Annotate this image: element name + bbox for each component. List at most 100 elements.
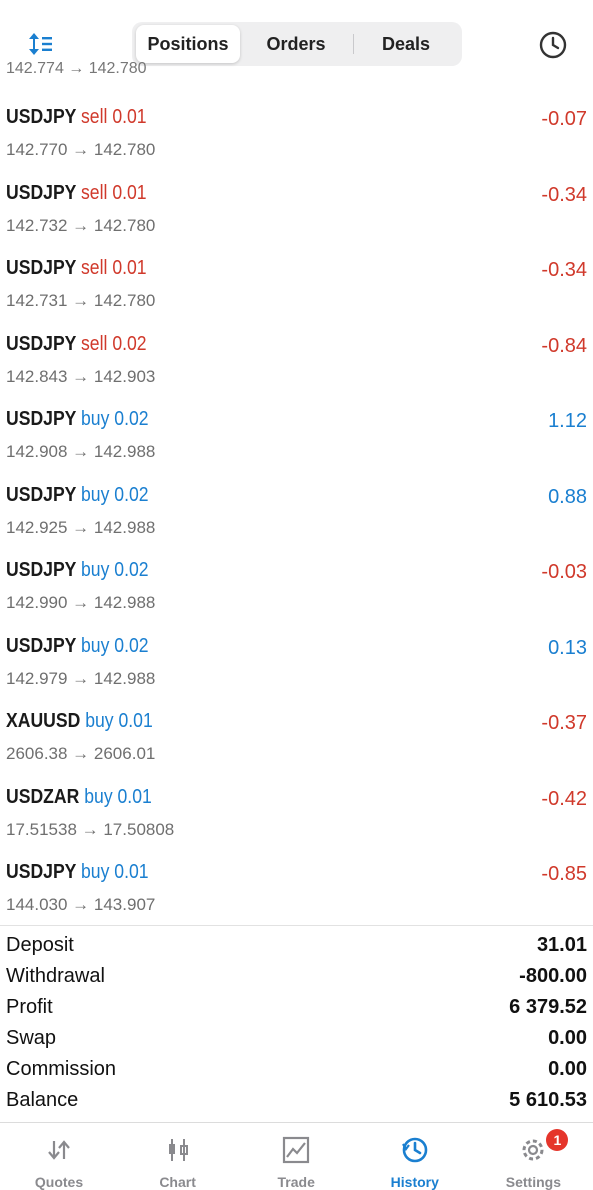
deal-symbol: USDJPY	[6, 559, 77, 581]
deal-symbol: USDJPY	[6, 408, 77, 430]
deal-title: USDJPY buy 0.02	[6, 408, 149, 431]
summary-label: Profit	[6, 996, 53, 1018]
tab-label: Settings	[505, 1174, 561, 1190]
deal-symbol: USDJPY	[6, 483, 77, 506]
deal-symbol: USDJPY	[6, 332, 77, 355]
tab-label: Trade	[277, 1174, 315, 1190]
quotes-arrows-icon	[44, 1135, 74, 1165]
gear-icon	[518, 1135, 548, 1165]
summary-label: Balance	[6, 1089, 79, 1111]
tab-positions[interactable]: Positions	[136, 25, 240, 63]
deal-volume: 0.02	[114, 559, 149, 581]
deal-row[interactable]: USDJPY sell 0.02 142.843 → 142.903 -0.84	[0, 323, 593, 399]
deal-row[interactable]: USDJPY sell 0.01 142.770 → 142.780 -0.07	[0, 96, 593, 172]
tab-label: History	[390, 1174, 439, 1190]
deal-row[interactable]: XAUUSD buy 0.01 2606.38 → 2606.01 -0.37	[0, 700, 593, 776]
tab-chart[interactable]: Chart	[119, 1123, 237, 1190]
deal-profit: -0.85	[541, 863, 587, 885]
summary-row-commission: Commission 0.00	[0, 1050, 593, 1081]
deal-title: USDJPY buy 0.01	[6, 861, 149, 884]
deal-title: XAUUSD buy 0.01	[6, 710, 153, 733]
deal-row[interactable]: USDJPY buy 0.01 144.030 → 143.907 -0.85	[0, 851, 593, 927]
summary-value: 5 610.53	[509, 1089, 587, 1111]
deal-volume: 0.02	[114, 408, 149, 430]
deal-list: USDJPY sell 0.01 142.770 → 142.780 -0.07 US…	[0, 96, 593, 927]
deal-side: sell	[81, 181, 108, 204]
clock-icon[interactable]	[536, 28, 570, 62]
deal-row[interactable]: USDJPY buy 0.02 142.990 → 142.988 -0.03	[0, 549, 593, 625]
deal-row[interactable]: USDJPY buy 0.02 142.925 → 142.988 0.88	[0, 474, 593, 550]
summary-row-withdrawal: Withdrawal -800.00	[0, 957, 593, 988]
trade-chart-icon	[281, 1135, 311, 1165]
deal-title: USDJPY buy 0.02	[6, 484, 149, 507]
deal-volume: 0.01	[112, 257, 147, 279]
deal-title: USDJPY buy 0.02	[6, 559, 149, 582]
deal-title: USDJPY sell 0.01	[6, 106, 147, 129]
deal-volume: 0.02	[114, 483, 149, 506]
deal-symbol: XAUUSD	[6, 710, 81, 732]
deal-row[interactable]: USDJPY buy 0.02 142.979 → 142.988 0.13	[0, 625, 593, 701]
deal-side: buy	[81, 483, 110, 506]
summary-value: 0.00	[548, 1027, 587, 1049]
deal-profit: -0.03	[541, 561, 587, 583]
deal-symbol: USDJPY	[6, 181, 77, 204]
sort-icon[interactable]	[26, 30, 60, 58]
partial-row-prices: 142.774 → 142.780	[6, 60, 147, 77]
deal-prices: 142.990 → 142.988	[6, 593, 156, 612]
deal-row[interactable]: USDJPY sell 0.01 142.732 → 142.780 -0.34	[0, 172, 593, 248]
deal-prices: 142.770 → 142.780	[6, 140, 156, 159]
top-bar: Positions Orders Deals 142.774 → 142.780	[0, 0, 593, 92]
deal-prices: 142.843 → 142.903	[6, 366, 156, 386]
deal-symbol: USDJPY	[6, 634, 77, 657]
deal-row[interactable]: USDJPY buy 0.02 142.908 → 142.988 1.12	[0, 398, 593, 474]
summary-row-balance: Balance 5 610.53	[0, 1081, 593, 1112]
deal-profit: -0.07	[541, 108, 587, 130]
summary-row-profit: Profit 6 379.52	[0, 988, 593, 1019]
deal-profit: -0.34	[541, 259, 587, 281]
tab-label: Quotes	[34, 1174, 84, 1190]
deal-symbol: USDJPY	[6, 257, 77, 279]
summary-row-deposit: Deposit 31.01	[0, 926, 593, 957]
deal-side: buy	[81, 408, 110, 430]
deal-volume: 0.01	[117, 785, 152, 808]
deal-prices: 17.51538 → 17.50808	[6, 819, 175, 839]
deal-prices: 142.908 → 142.988	[6, 442, 156, 461]
deal-side: buy	[85, 710, 114, 732]
summary-label: Withdrawal	[6, 965, 105, 987]
deal-prices: 142.732 → 142.780	[6, 215, 156, 235]
tab-quotes[interactable]: Quotes	[0, 1123, 118, 1190]
tab-orders[interactable]: Orders	[244, 25, 348, 63]
deal-title: USDJPY sell 0.01	[6, 182, 147, 205]
deal-side: buy	[81, 634, 110, 657]
tab-history[interactable]: History	[356, 1123, 474, 1190]
history-clock-icon	[400, 1135, 430, 1165]
deal-title: USDZAR buy 0.01	[6, 786, 152, 809]
summary-label: Deposit	[6, 934, 74, 956]
summary-value: 0.00	[548, 1058, 587, 1080]
tab-deals[interactable]: Deals	[354, 25, 458, 63]
tab-label: Chart	[159, 1174, 196, 1190]
deal-side: sell	[81, 332, 108, 355]
deal-row[interactable]: USDJPY sell 0.01 142.731 → 142.780 -0.34	[0, 247, 593, 323]
tab-trade[interactable]: Trade	[237, 1123, 355, 1190]
deal-volume: 0.02	[112, 332, 147, 355]
summary-label: Swap	[6, 1027, 57, 1049]
deal-prices: 2606.38 → 2606.01	[6, 744, 156, 763]
deal-row[interactable]: USDZAR buy 0.01 17.51538 → 17.50808 -0.42	[0, 776, 593, 852]
summary-label: Commission	[6, 1058, 117, 1080]
deal-profit: -0.37	[541, 712, 587, 734]
deal-side: buy	[81, 861, 110, 883]
summary-panel: Deposit 31.01 Withdrawal -800.00 Profit 6 379…	[0, 925, 593, 1112]
deal-prices: 142.925 → 142.988	[6, 517, 156, 537]
deal-side: sell	[81, 257, 108, 279]
tab-settings[interactable]: Settings 1	[474, 1123, 592, 1190]
deal-volume: 0.02	[114, 634, 149, 657]
deal-volume: 0.01	[118, 710, 153, 732]
deal-profit: -0.84	[541, 334, 587, 357]
bottom-tab-bar: Quotes Chart Trade History Settings 1	[0, 1122, 593, 1190]
deal-title: USDJPY buy 0.02	[6, 635, 149, 658]
deal-prices: 142.731 → 142.780	[6, 291, 156, 310]
deal-profit: -0.42	[541, 787, 587, 810]
deal-title: USDJPY sell 0.01	[6, 257, 147, 280]
deal-side: buy	[81, 559, 110, 581]
